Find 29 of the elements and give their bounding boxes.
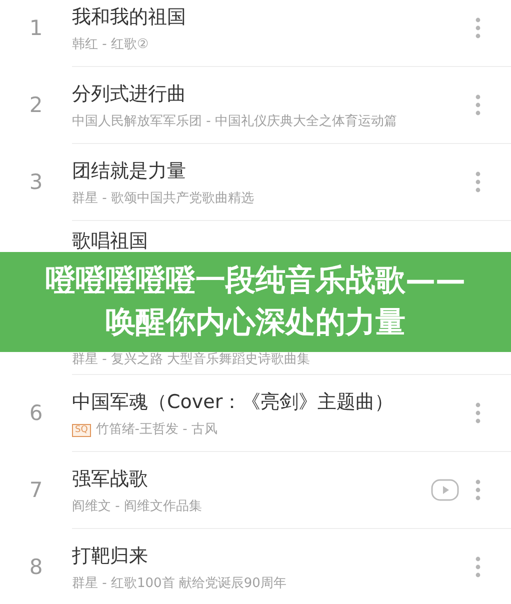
track-number: 3: [28, 168, 44, 196]
track-number: 2: [28, 92, 44, 119]
song-subtitle: 阎维文 - 阎维文作品集: [72, 499, 202, 516]
song-title[interactable]: 打靶归来: [72, 542, 475, 570]
song-subtitle: 中国人民解放军军乐团 - 中国礼仪庆典大全之体育运动篇: [72, 114, 397, 130]
more-options-icon[interactable]: [475, 17, 481, 39]
headline: 噔噔噔噔噔一段纯音乐战歌——唤醒你内心深处的力量: [44, 262, 466, 342]
track-number: 6: [28, 400, 44, 427]
more-options-icon[interactable]: [475, 556, 481, 578]
play-video-icon[interactable]: [431, 479, 459, 501]
song-title[interactable]: 团结就是力量: [72, 156, 475, 186]
song-title[interactable]: 中国军魂（Cover：《亮剑》主题曲）: [72, 388, 475, 416]
song-subtitle: 群星 - 红歌100首 献给党诞辰90周年: [72, 576, 286, 592]
track-number: 7: [28, 476, 44, 504]
more-options-icon[interactable]: [475, 402, 481, 424]
song-title[interactable]: 歌唱祖国: [72, 230, 148, 252]
more-options-icon[interactable]: [475, 479, 481, 501]
quality-badge: SQ: [72, 424, 91, 437]
song-subtitle: 群星 - 歌颂中国共产党歌曲精选: [72, 191, 254, 208]
track-number: 8: [28, 554, 44, 581]
song-subtitle: 群星 - 复兴之路 大型音乐舞蹈史诗歌曲集: [72, 352, 310, 368]
more-options-icon[interactable]: [475, 94, 481, 116]
more-options-icon[interactable]: [475, 171, 481, 193]
song-subtitle: 韩红 - 红歌②: [72, 37, 149, 54]
song-title[interactable]: 我和我的祖国: [72, 2, 475, 32]
song-title[interactable]: 分列式进行曲: [72, 80, 475, 108]
track-number: 1: [28, 14, 44, 42]
song-subtitle: 竹笛绪-王哲发 - 古风: [96, 422, 218, 438]
song-title[interactable]: 强军战歌: [72, 464, 431, 494]
